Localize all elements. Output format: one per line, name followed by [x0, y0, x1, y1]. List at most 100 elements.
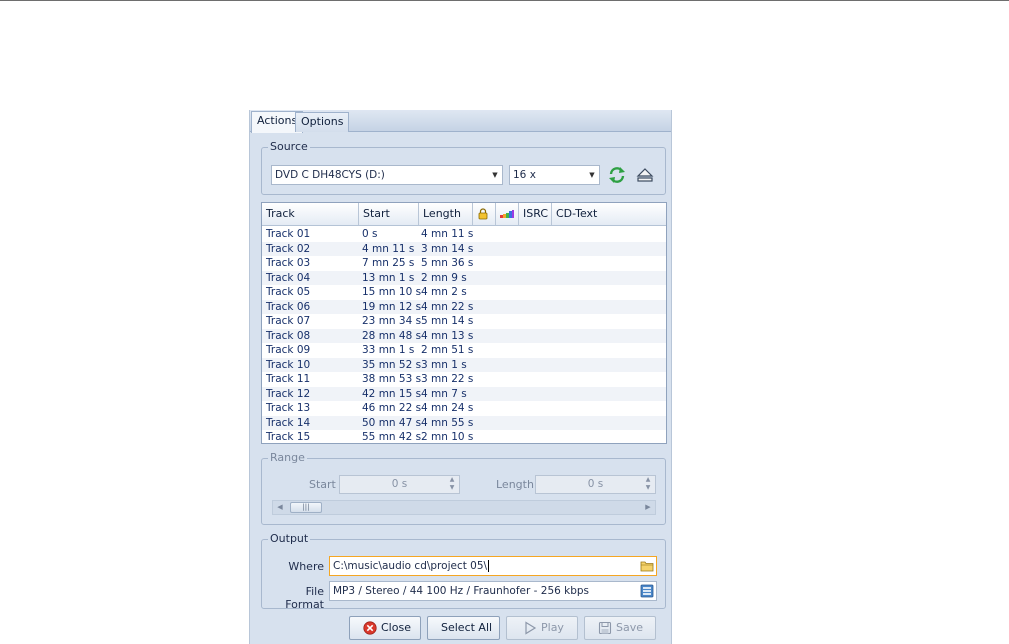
track-length: 2 mn 10 s	[421, 431, 474, 443]
output-folder-input[interactable]: C:\music\audio cd\project 05\	[329, 556, 657, 576]
table-row[interactable]: Track 05 15 mn 10 s4 mn 2 s	[262, 285, 666, 300]
lock-icon	[477, 207, 489, 220]
table-row[interactable]: Track 10 35 mn 52 s3 mn 1 s	[262, 357, 666, 372]
table-row[interactable]: Track 04 13 mn 1 s 2 mn 9 s	[262, 270, 666, 285]
track-name: Track 07	[266, 315, 311, 327]
tab-strip: Actions Options	[250, 110, 671, 133]
track-name: Track 13	[266, 402, 311, 414]
track-list[interactable]: Track Start Length ISRC CD-Text Track 01…	[261, 202, 667, 444]
table-row[interactable]: Track 09 33 mn 1 s 2 mn 51 s	[262, 343, 666, 358]
table-row[interactable]: Track 13 46 mn 22 s4 mn 24 s	[262, 401, 666, 416]
output-group: Output Where C:\music\audio cd\project 0…	[261, 532, 666, 611]
track-start: 15 mn 10 s	[362, 286, 422, 298]
source-group: Source DVD C DH48CYS (D:) ▼ 16 x ▼	[261, 140, 666, 195]
file-format-field[interactable]: MP3 / Stereo / 44 100 Hz / Fraunhofer - …	[329, 581, 657, 601]
source-group-label: Source	[268, 140, 310, 153]
window-top-border	[0, 0, 1009, 1]
track-name: Track 06	[266, 300, 311, 313]
track-length: 5 mn 36 s	[421, 257, 474, 269]
track-name: Track 03	[266, 257, 311, 269]
column-header-colors[interactable]	[496, 203, 519, 225]
track-start: 7 mn 25 s	[362, 257, 415, 269]
track-start: 0 s	[362, 228, 378, 240]
track-length: 5 mn 14 s	[421, 315, 474, 327]
track-name: Track 04	[266, 271, 311, 284]
close-button-label: Close	[381, 621, 411, 634]
track-name: Track 01	[266, 228, 311, 240]
track-name: Track 15	[266, 431, 311, 443]
chevron-down-icon[interactable]: ▼	[488, 166, 502, 184]
track-start: 19 mn 12 s	[362, 300, 422, 313]
range-scrollbar[interactable]: ◀ ||| ▶	[272, 500, 656, 515]
track-start: 55 mn 42 s	[362, 431, 422, 443]
select-all-button-label: Select All	[441, 621, 493, 634]
drive-select-value: DVD C DH48CYS (D:)	[275, 169, 385, 181]
speed-select[interactable]: 16 x ▼	[509, 165, 600, 185]
refresh-icon[interactable]	[607, 165, 627, 185]
track-name: Track 08	[266, 329, 311, 342]
chevron-down-icon[interactable]: ▼	[585, 166, 599, 184]
output-group-label: Output	[268, 532, 311, 545]
save-button[interactable]: Save	[584, 616, 656, 640]
range-start-value: 0 s	[391, 478, 408, 490]
drive-select[interactable]: DVD C DH48CYS (D:) ▼	[271, 165, 503, 185]
scroll-thumb[interactable]: |||	[290, 502, 322, 513]
track-start: 28 mn 48 s	[362, 329, 422, 342]
color-bars-icon	[500, 207, 514, 220]
table-row[interactable]: Track 11 38 mn 53 s3 mn 22 s	[262, 372, 666, 387]
track-start: 23 mn 34 s	[362, 315, 422, 327]
play-button[interactable]: Play	[506, 616, 578, 640]
track-name: Track 14	[266, 416, 311, 429]
table-row[interactable]: Track 02 4 mn 11 s 3 mn 14 s	[262, 241, 666, 256]
track-start: 33 mn 1 s	[362, 344, 415, 356]
column-header-isrc[interactable]: ISRC	[519, 203, 552, 225]
file-format-value: MP3 / Stereo / 44 100 Hz / Fraunhofer - …	[333, 585, 590, 597]
track-length: 4 mn 13 s	[421, 329, 474, 342]
track-name: Track 10	[266, 358, 311, 371]
close-button[interactable]: Close	[349, 616, 421, 640]
audio-grab-panel: Actions Options Source DVD C DH48CYS (D:…	[249, 110, 672, 644]
column-header-length[interactable]: Length	[419, 203, 473, 225]
file-format-label: File Format	[285, 585, 324, 611]
column-header-cdtext[interactable]: CD-Text	[552, 203, 666, 225]
table-row[interactable]: Track 14 50 mn 47 s4 mn 55 s	[262, 415, 666, 430]
table-row[interactable]: Track 01 0 s 4 mn 11 s	[262, 227, 666, 242]
spin-arrows-icon[interactable]: ▲ ▼	[643, 476, 653, 493]
tab-options[interactable]: Options	[295, 112, 350, 132]
close-icon	[363, 621, 377, 635]
track-length: 4 mn 11 s	[421, 228, 474, 240]
track-length: 2 mn 9 s	[421, 271, 467, 284]
select-all-button[interactable]: Select All	[427, 616, 500, 640]
spin-arrows-icon[interactable]: ▲ ▼	[447, 476, 457, 493]
range-start-stepper[interactable]: 0 s ▲ ▼	[339, 475, 460, 494]
track-length: 4 mn 22 s	[421, 300, 474, 313]
range-length-stepper[interactable]: 0 s ▲ ▼	[535, 475, 656, 494]
track-length: 3 mn 1 s	[421, 358, 467, 371]
save-icon	[598, 621, 612, 635]
table-row[interactable]: Track 03 7 mn 25 s 5 mn 36 s	[262, 256, 666, 271]
table-row[interactable]: Track 07 23 mn 34 s5 mn 14 s	[262, 314, 666, 329]
where-label: Where	[288, 560, 324, 573]
track-name: Track 05	[266, 286, 311, 298]
track-name: Track 02	[266, 242, 311, 255]
scroll-right-icon[interactable]: ▶	[641, 501, 655, 514]
speed-select-value: 16 x	[513, 169, 536, 181]
track-start: 35 mn 52 s	[362, 358, 422, 371]
eject-icon[interactable]	[635, 165, 655, 185]
column-header-start[interactable]: Start	[359, 203, 419, 225]
column-header-track[interactable]: Track	[262, 203, 359, 225]
folder-icon[interactable]	[640, 559, 654, 575]
track-start: 42 mn 15 s	[362, 387, 422, 400]
track-start: 38 mn 53 s	[362, 373, 422, 385]
table-row[interactable]: Track 15 55 mn 42 s2 mn 10 s	[262, 430, 666, 443]
save-button-label: Save	[616, 621, 644, 634]
format-settings-icon[interactable]	[640, 584, 654, 600]
table-row[interactable]: Track 06 19 mn 12 s4 mn 22 s	[262, 299, 666, 314]
table-row[interactable]: Track 12 42 mn 15 s4 mn 7 s	[262, 386, 666, 401]
track-length: 3 mn 14 s	[421, 242, 474, 255]
track-start: 13 mn 1 s	[362, 271, 415, 284]
scroll-left-icon[interactable]: ◀	[273, 501, 287, 514]
column-header-lock[interactable]	[473, 203, 496, 225]
table-row[interactable]: Track 08 28 mn 48 s4 mn 13 s	[262, 328, 666, 343]
range-length-label: Length	[496, 478, 534, 491]
